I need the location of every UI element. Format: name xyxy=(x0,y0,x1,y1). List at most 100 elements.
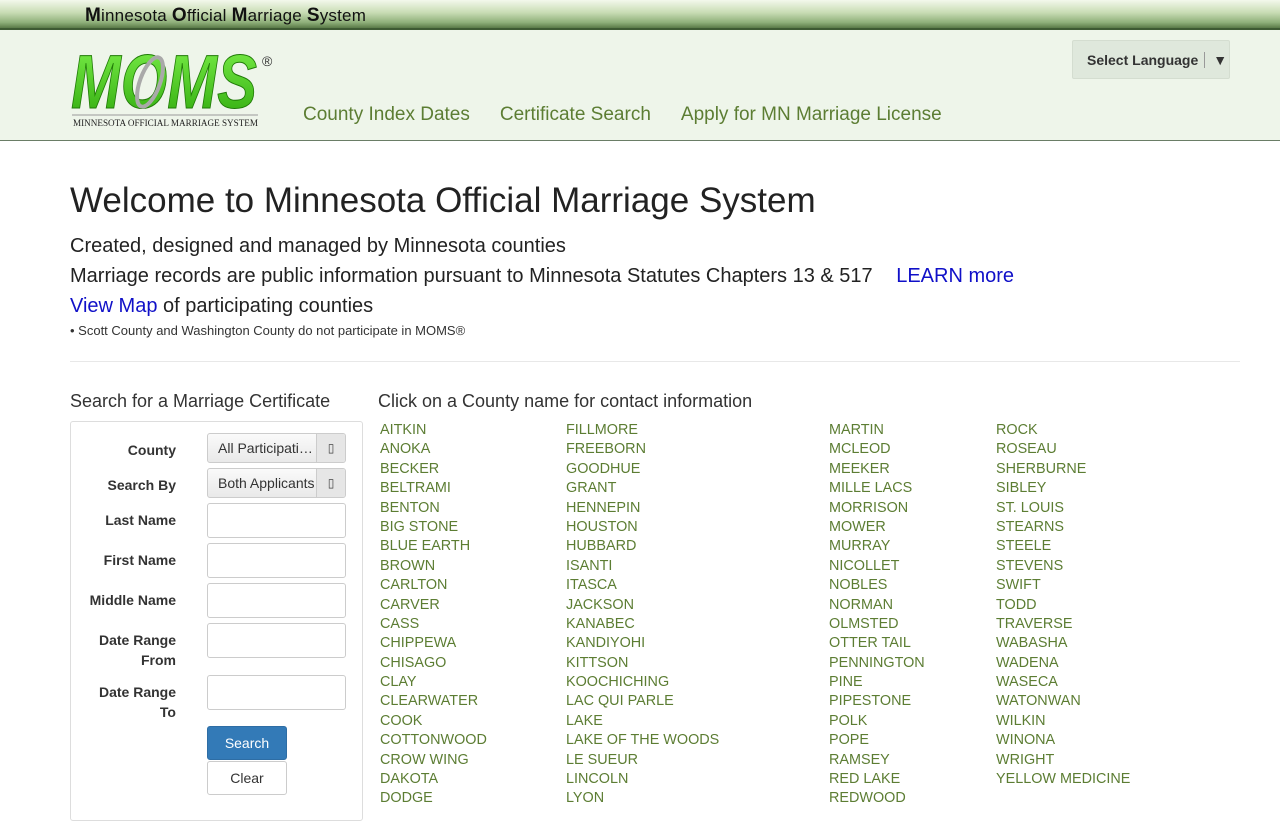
county-link[interactable]: BLUE EARTH xyxy=(380,537,487,556)
county-link[interactable]: WASECA xyxy=(996,673,1130,692)
county-link[interactable]: CARLTON xyxy=(380,576,487,595)
county-link[interactable]: CARVER xyxy=(380,596,487,615)
county-link[interactable]: POPE xyxy=(829,731,925,750)
county-link[interactable]: LAKE OF THE WOODS xyxy=(566,731,719,750)
county-link[interactable]: OLMSTED xyxy=(829,615,925,634)
county-link[interactable]: SHERBURNE xyxy=(996,460,1130,479)
county-link[interactable]: STEARNS xyxy=(996,518,1130,537)
search-by-select[interactable]: Both Applicants ▯ xyxy=(207,468,346,498)
county-link[interactable]: GOODHUE xyxy=(566,460,719,479)
last-name-label: Last Name xyxy=(105,512,176,528)
county-link[interactable]: MOWER xyxy=(829,518,925,537)
county-link[interactable]: WILKIN xyxy=(996,712,1130,731)
last-name-input[interactable] xyxy=(207,503,346,538)
county-link[interactable]: NOBLES xyxy=(829,576,925,595)
county-link[interactable]: BIG STONE xyxy=(380,518,487,537)
nav-certificate-search[interactable]: Certificate Search xyxy=(500,104,651,126)
search-by-select-value: Both Applicants xyxy=(218,475,315,491)
county-link[interactable]: ROCK xyxy=(996,421,1130,440)
county-link[interactable]: NORMAN xyxy=(829,596,925,615)
first-name-input[interactable] xyxy=(207,543,346,578)
county-link[interactable]: CROW WING xyxy=(380,751,487,770)
county-link[interactable]: ITASCA xyxy=(566,576,719,595)
search-button[interactable]: Search xyxy=(207,726,287,760)
county-link[interactable]: LAC QUI PARLE xyxy=(566,692,719,711)
county-link[interactable]: BROWN xyxy=(380,557,487,576)
county-link[interactable]: LINCOLN xyxy=(566,770,719,789)
nav-apply-marriage-license[interactable]: Apply for MN Marriage License xyxy=(681,104,942,126)
county-link[interactable]: MARTIN xyxy=(829,421,925,440)
county-link[interactable]: RAMSEY xyxy=(829,751,925,770)
county-link[interactable]: POLK xyxy=(829,712,925,731)
county-link[interactable]: HENNEPIN xyxy=(566,499,719,518)
county-link[interactable]: WINONA xyxy=(996,731,1130,750)
county-link[interactable]: YELLOW MEDICINE xyxy=(996,770,1130,789)
county-link[interactable]: CHIPPEWA xyxy=(380,634,487,653)
county-link[interactable]: MEEKER xyxy=(829,460,925,479)
county-link[interactable]: PINE xyxy=(829,673,925,692)
county-link[interactable]: SIBLEY xyxy=(996,479,1130,498)
county-link[interactable]: SWIFT xyxy=(996,576,1130,595)
county-link[interactable]: LAKE xyxy=(566,712,719,731)
county-link[interactable]: WABASHA xyxy=(996,634,1130,653)
county-link[interactable]: DODGE xyxy=(380,789,487,808)
main-nav: County Index Dates Certificate Search Ap… xyxy=(303,104,942,126)
county-link[interactable]: CLAY xyxy=(380,673,487,692)
county-link[interactable]: FREEBORN xyxy=(566,440,719,459)
county-link[interactable]: GRANT xyxy=(566,479,719,498)
county-link[interactable]: CHISAGO xyxy=(380,654,487,673)
county-link[interactable]: WATONWAN xyxy=(996,692,1130,711)
county-link[interactable]: TRAVERSE xyxy=(996,615,1130,634)
select-language-button[interactable]: Select Language ▼ xyxy=(1072,40,1230,79)
county-link[interactable]: STEELE xyxy=(996,537,1130,556)
county-link[interactable]: ANOKA xyxy=(380,440,487,459)
county-link[interactable]: WRIGHT xyxy=(996,751,1130,770)
county-link[interactable]: COTTONWOOD xyxy=(380,731,487,750)
date-from-input[interactable] xyxy=(207,623,346,658)
county-link[interactable]: CLEARWATER xyxy=(380,692,487,711)
view-map-link[interactable]: View Map xyxy=(70,295,157,317)
clear-button[interactable]: Clear xyxy=(207,761,287,795)
page-title: Welcome to Minnesota Official Marriage S… xyxy=(70,181,816,220)
county-link[interactable]: BENTON xyxy=(380,499,487,518)
county-link[interactable]: ISANTI xyxy=(566,557,719,576)
top-banner: Minnesota Official Marriage System xyxy=(0,0,1280,30)
middle-name-input[interactable] xyxy=(207,583,346,618)
county-link[interactable]: MORRISON xyxy=(829,499,925,518)
county-link[interactable]: PENNINGTON xyxy=(829,654,925,673)
date-to-input[interactable] xyxy=(207,675,346,710)
county-link[interactable]: OTTER TAIL xyxy=(829,634,925,653)
county-link[interactable]: NICOLLET xyxy=(829,557,925,576)
county-link[interactable]: DAKOTA xyxy=(380,770,487,789)
county-link[interactable]: MCLEOD xyxy=(829,440,925,459)
learn-more-link[interactable]: LEARN more xyxy=(896,265,1014,287)
county-link[interactable]: WADENA xyxy=(996,654,1130,673)
county-link[interactable]: REDWOOD xyxy=(829,789,925,808)
county-link[interactable]: KANABEC xyxy=(566,615,719,634)
county-link[interactable]: ROSEAU xyxy=(996,440,1130,459)
county-link[interactable]: MILLE LACS xyxy=(829,479,925,498)
county-link[interactable]: MURRAY xyxy=(829,537,925,556)
county-link[interactable]: COOK xyxy=(380,712,487,731)
county-link[interactable]: HOUSTON xyxy=(566,518,719,537)
county-link[interactable]: LYON xyxy=(566,789,719,808)
county-link[interactable]: CASS xyxy=(380,615,487,634)
county-link[interactable]: AITKIN xyxy=(380,421,487,440)
county-link[interactable]: JACKSON xyxy=(566,596,719,615)
county-link[interactable]: BECKER xyxy=(380,460,487,479)
county-link[interactable]: STEVENS xyxy=(996,557,1130,576)
county-select[interactable]: All Participating Counties ▯ xyxy=(207,433,346,463)
county-link[interactable]: KITTSON xyxy=(566,654,719,673)
county-link[interactable]: KANDIYOHI xyxy=(566,634,719,653)
county-link[interactable]: TODD xyxy=(996,596,1130,615)
county-link[interactable]: FILLMORE xyxy=(566,421,719,440)
county-link[interactable]: ST. LOUIS xyxy=(996,499,1130,518)
county-link[interactable]: RED LAKE xyxy=(829,770,925,789)
county-link[interactable]: LE SUEUR xyxy=(566,751,719,770)
county-link[interactable]: HUBBARD xyxy=(566,537,719,556)
county-link[interactable]: KOOCHICHING xyxy=(566,673,719,692)
county-link[interactable]: PIPESTONE xyxy=(829,692,925,711)
county-link[interactable]: BELTRAMI xyxy=(380,479,487,498)
moms-logo[interactable]: MOMS ® MINNESOTA OFFICIAL MARRIAGE SYSTE… xyxy=(70,42,275,130)
nav-county-index-dates[interactable]: County Index Dates xyxy=(303,104,470,126)
